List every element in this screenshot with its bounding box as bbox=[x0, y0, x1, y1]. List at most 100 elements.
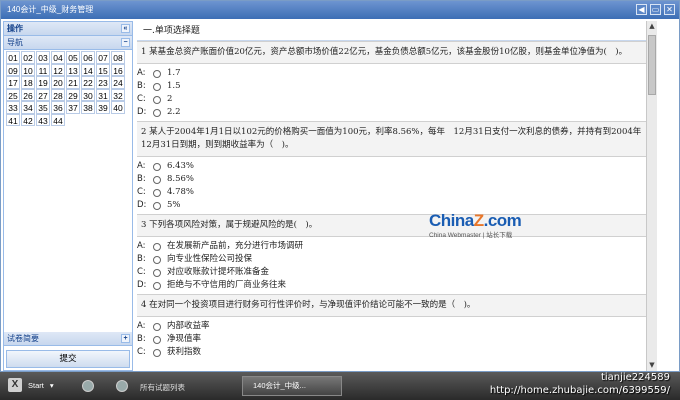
answer-option[interactable]: C: 获利指数 bbox=[137, 346, 657, 359]
scroll-down-icon[interactable]: ▼ bbox=[647, 360, 657, 371]
answer-option[interactable]: B: 8.56% bbox=[137, 173, 657, 186]
question-number-cell[interactable]: 24 bbox=[111, 76, 125, 89]
answer-option[interactable]: C: 对应收账款计提坏账准备金 bbox=[137, 266, 657, 279]
question-number-cell[interactable]: 03 bbox=[36, 51, 50, 64]
question-number-cell[interactable]: 34 bbox=[21, 101, 35, 114]
answer-option[interactable]: D: 2.2 bbox=[137, 106, 657, 119]
question-number-cell[interactable]: 33 bbox=[6, 101, 20, 114]
question-number-cell[interactable]: 36 bbox=[51, 101, 65, 114]
question-number-cell[interactable]: 38 bbox=[81, 101, 95, 114]
answer-option[interactable]: B: 1.5 bbox=[137, 80, 657, 93]
answer-option[interactable]: C: 2 bbox=[137, 93, 657, 106]
question-number-cell[interactable]: 12 bbox=[51, 63, 65, 76]
question-number-cell[interactable]: 41 bbox=[6, 113, 20, 126]
question-number-cell[interactable]: 30 bbox=[81, 88, 95, 101]
question-number-cell[interactable]: 19 bbox=[36, 76, 50, 89]
question-number-cell[interactable]: 40 bbox=[111, 101, 125, 114]
question-number-cell[interactable]: 11 bbox=[36, 63, 50, 76]
vertical-scrollbar[interactable]: ▲ ▼ bbox=[646, 21, 657, 371]
question-number-cell[interactable]: 29 bbox=[66, 88, 80, 101]
maximize-icon[interactable]: ▭ bbox=[650, 4, 661, 15]
question-number-cell[interactable]: 17 bbox=[6, 76, 20, 89]
option-radio[interactable] bbox=[153, 242, 161, 251]
option-radio[interactable] bbox=[153, 69, 161, 78]
question-number-cell[interactable]: 26 bbox=[21, 88, 35, 101]
submit-button[interactable]: 提交 bbox=[6, 350, 130, 368]
option-text: 在发展新产品前，充分进行市场调研 bbox=[167, 241, 304, 251]
question-number-cell[interactable]: 01 bbox=[6, 51, 20, 64]
option-radio[interactable] bbox=[153, 201, 161, 210]
option-radio[interactable] bbox=[153, 188, 161, 197]
question-number-cell[interactable]: 39 bbox=[96, 101, 110, 114]
option-radio[interactable] bbox=[153, 322, 161, 331]
question-number-cell[interactable]: 37 bbox=[66, 101, 80, 114]
option-letter: B: bbox=[137, 174, 146, 184]
option-radio[interactable] bbox=[153, 175, 161, 184]
question-number-cell[interactable]: 05 bbox=[66, 51, 80, 64]
question-number-cell[interactable]: 09 bbox=[6, 63, 20, 76]
quicklaunch-icon[interactable] bbox=[82, 380, 94, 392]
question-number-cell[interactable]: 18 bbox=[21, 76, 35, 89]
question-number-cell[interactable]: 25 bbox=[6, 88, 20, 101]
option-letter: C: bbox=[137, 94, 146, 104]
option-radio[interactable] bbox=[153, 335, 161, 344]
restore-icon[interactable]: ◀ bbox=[636, 4, 647, 15]
question-number-cell[interactable]: 04 bbox=[51, 51, 65, 64]
question-number-cell[interactable]: 15 bbox=[96, 63, 110, 76]
answer-option[interactable]: C: 4.78% bbox=[137, 186, 657, 199]
question-list: 1 某基金总资产账面价值20亿元，资产总额市场价值22亿元，基金负债总额5亿元，… bbox=[137, 41, 657, 361]
option-radio[interactable] bbox=[153, 95, 161, 104]
question-number-cell[interactable]: 44 bbox=[51, 113, 65, 126]
answer-option[interactable]: D: 拒绝与不守信用的厂商业务往来 bbox=[137, 279, 657, 292]
task-active-window[interactable]: 140会计_中级... bbox=[242, 376, 342, 396]
question-number-cell[interactable]: 31 bbox=[96, 88, 110, 101]
option-radio[interactable] bbox=[153, 162, 161, 171]
answer-option[interactable]: D: 5% bbox=[137, 199, 657, 212]
answer-option[interactable]: A: 内部收益率 bbox=[137, 320, 657, 333]
answer-option[interactable]: B: 向专业性保险公司投保 bbox=[137, 253, 657, 266]
question-number-cell[interactable]: 16 bbox=[111, 63, 125, 76]
collapse-panel-icon[interactable]: « bbox=[121, 24, 130, 33]
question-number-cell[interactable]: 35 bbox=[36, 101, 50, 114]
task-question-list[interactable]: 所有试题列表 bbox=[140, 382, 185, 393]
option-radio[interactable] bbox=[153, 108, 161, 117]
question-number-cell[interactable]: 42 bbox=[21, 113, 35, 126]
start-dropdown-icon[interactable]: ▾ bbox=[50, 381, 54, 390]
summary-header[interactable]: 试卷简要 + bbox=[4, 332, 132, 346]
question-number-cell[interactable]: 20 bbox=[51, 76, 65, 89]
question-number-cell[interactable]: 06 bbox=[81, 51, 95, 64]
question-number-cell[interactable]: 13 bbox=[66, 63, 80, 76]
question-number-cell[interactable]: 02 bbox=[21, 51, 35, 64]
question-number-cell[interactable]: 23 bbox=[96, 76, 110, 89]
question-number-cell[interactable]: 27 bbox=[36, 88, 50, 101]
question-number-cell[interactable]: 10 bbox=[21, 63, 35, 76]
question-number-cell[interactable]: 32 bbox=[111, 88, 125, 101]
question-number-cell[interactable]: 43 bbox=[36, 113, 50, 126]
answer-option[interactable]: A: 1.7 bbox=[137, 67, 657, 80]
summary-header-label: 试卷简要 bbox=[7, 334, 39, 343]
question-number-cell[interactable]: 07 bbox=[96, 51, 110, 64]
option-letter: C: bbox=[137, 187, 146, 197]
navigation-toggle-icon[interactable]: − bbox=[121, 38, 130, 47]
close-icon[interactable]: ✕ bbox=[664, 4, 675, 15]
option-radio[interactable] bbox=[153, 348, 161, 357]
question-number-cell[interactable]: 28 bbox=[51, 88, 65, 101]
summary-expand-icon[interactable]: + bbox=[121, 334, 130, 343]
question-number-cell[interactable]: 22 bbox=[81, 76, 95, 89]
option-radio[interactable] bbox=[153, 268, 161, 277]
scroll-up-icon[interactable]: ▲ bbox=[647, 21, 657, 32]
option-radio[interactable] bbox=[153, 255, 161, 264]
question-number-cell[interactable]: 14 bbox=[81, 63, 95, 76]
option-radio[interactable] bbox=[153, 82, 161, 91]
scroll-thumb[interactable] bbox=[648, 35, 656, 95]
app-window: 140会计_中级_财务管理 ◀ ▭ ✕ 操作 « 导航 − 01 02 03 04 05… bbox=[0, 0, 680, 372]
option-text: 对应收账款计提坏账准备金 bbox=[167, 267, 270, 277]
navigation-header[interactable]: 导航 − bbox=[4, 36, 132, 50]
option-radio[interactable] bbox=[153, 281, 161, 290]
answer-option[interactable]: A: 6.43% bbox=[137, 160, 657, 173]
start-button[interactable]: X Start ▾ bbox=[8, 378, 54, 392]
answer-option[interactable]: A: 在发展新产品前，充分进行市场调研 bbox=[137, 240, 657, 253]
answer-option[interactable]: B: 净现值率 bbox=[137, 333, 657, 346]
question-number-cell[interactable]: 21 bbox=[66, 76, 80, 89]
question-number-cell[interactable]: 08 bbox=[111, 51, 125, 64]
